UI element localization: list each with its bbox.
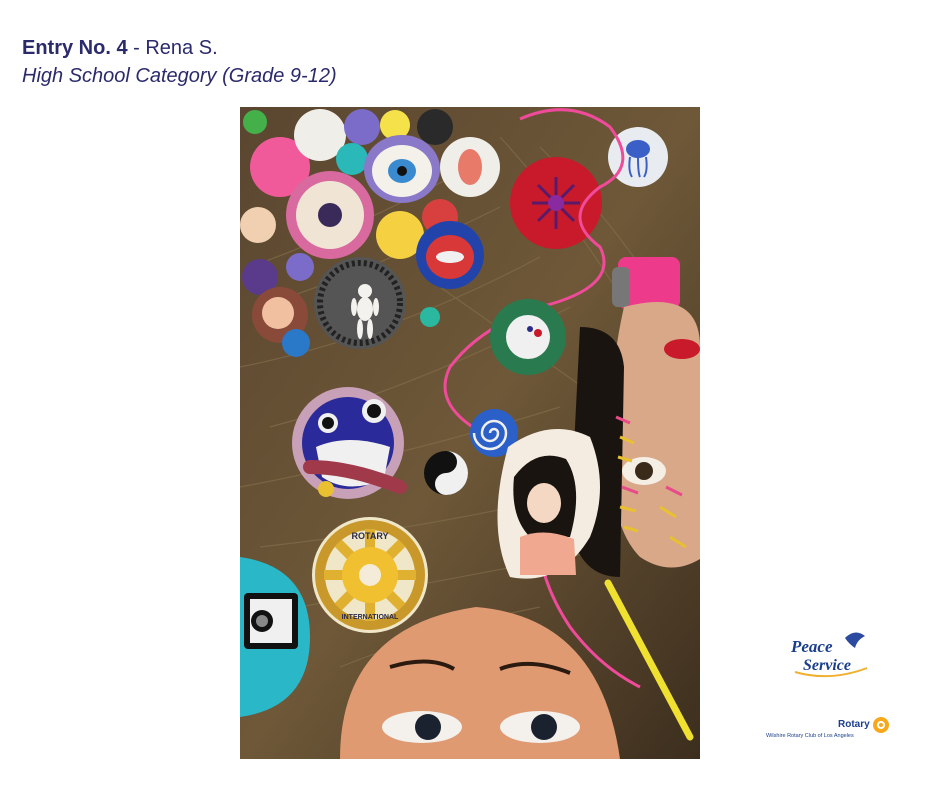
entry-number: Entry No. 4 — [22, 37, 128, 59]
rotary-wordmark: Rotary — [838, 719, 870, 730]
artist-name: Rena S. — [145, 37, 218, 59]
rotary-emblem: ROTARY INTERNATIONAL — [312, 517, 428, 633]
peace-word: Peace — [790, 637, 833, 656]
rotary-wheel-icon — [873, 717, 889, 733]
artwork-image: ROTARY INTERNATIONAL — [240, 107, 700, 759]
title-separator: - — [127, 37, 146, 59]
entry-category: High School Category (Grade 9-12) — [22, 65, 337, 87]
emblem-text-bottom: INTERNATIONAL — [342, 614, 399, 621]
peace-through-service-logo: Peace Service — [785, 628, 875, 680]
dove-icon — [845, 632, 865, 648]
artwork-canvas: ROTARY INTERNATIONAL — [240, 107, 700, 759]
service-word: Service — [803, 657, 851, 674]
wilshire-rotary-logo: Rotary Wilshire Rotary Club of Los Angel… — [760, 714, 900, 744]
emblem-text-top: ROTARY — [352, 531, 389, 541]
entry-title: Entry No. 4 - Rena S. — [22, 36, 218, 60]
rotary-club-name: Wilshire Rotary Club of Los Angeles — [766, 733, 854, 739]
